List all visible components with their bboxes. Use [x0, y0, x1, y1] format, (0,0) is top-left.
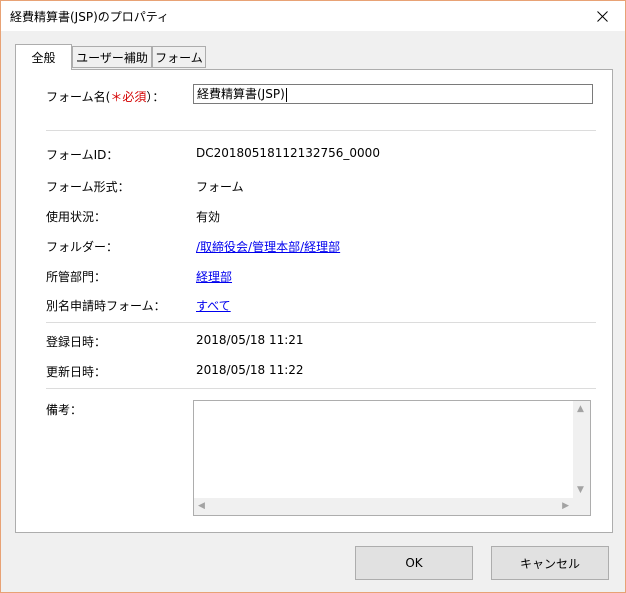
form-name-label-suffix: ）： — [146, 90, 165, 104]
registered-label: 登録日時： — [46, 335, 107, 349]
text-cursor — [285, 87, 287, 102]
horizontal-scrollbar[interactable]: ◀ ▶ — [194, 498, 573, 515]
tab-form-label: フォーム — [155, 50, 203, 65]
close-icon — [596, 10, 608, 22]
form-name-label: フォーム名(＊必須）： — [46, 88, 164, 105]
usage-value: 有効 — [196, 210, 221, 224]
scrollbar-corner — [573, 498, 590, 515]
tab-general-label: 全般 — [31, 51, 56, 65]
form-name-input[interactable]: 経費精算書(JSP) — [193, 84, 593, 104]
folder-label: フォルダー： — [46, 240, 119, 254]
tab-general[interactable]: 全般 — [15, 44, 72, 70]
properties-dialog: 経費精算書(JSP)のプロパティ 全般 ユーザー補助 フォーム フォーム名(＊必… — [0, 0, 626, 593]
updated-value: 2018/05/18 11:22 — [196, 363, 304, 377]
tab-form[interactable]: フォーム — [152, 46, 206, 68]
vertical-scrollbar[interactable]: ▲ ▼ — [573, 401, 590, 498]
department-label: 所管部門： — [46, 270, 107, 284]
form-name-label-prefix: フォーム名( — [46, 90, 111, 104]
tab-accessibility-label: ユーザー補助 — [76, 50, 148, 65]
scroll-down-icon[interactable]: ▼ — [577, 485, 584, 495]
tab-accessibility[interactable]: ユーザー補助 — [72, 46, 152, 68]
close-button[interactable] — [579, 1, 625, 31]
separator — [46, 322, 596, 323]
scroll-left-icon[interactable]: ◀ — [198, 501, 205, 511]
form-id-label: フォームID： — [46, 148, 119, 162]
registered-value: 2018/05/18 11:21 — [196, 333, 304, 347]
form-type-label: フォーム形式： — [46, 180, 130, 194]
alias-form-link[interactable]: すべて — [196, 297, 231, 314]
usage-label: 使用状況： — [46, 210, 107, 224]
department-link[interactable]: 経理部 — [196, 268, 232, 285]
separator — [46, 130, 596, 131]
separator — [46, 388, 596, 389]
required-mark: ＊必須 — [110, 90, 147, 104]
ok-button[interactable]: OK — [355, 546, 473, 580]
alias-form-label: 別名申請時フォーム： — [46, 299, 166, 313]
title-bar: 経費精算書(JSP)のプロパティ — [1, 1, 625, 31]
folder-link[interactable]: /取締役会/管理本部/経理部 — [196, 238, 340, 255]
notes-label: 備考： — [46, 403, 83, 417]
cancel-button[interactable]: キャンセル — [491, 546, 609, 580]
updated-label: 更新日時： — [46, 365, 107, 379]
scroll-right-icon[interactable]: ▶ — [562, 501, 569, 511]
form-id-value: DC20180518112132756_0000 — [196, 146, 380, 160]
notes-textarea[interactable]: ▲ ▼ ◀ ▶ — [193, 400, 591, 516]
window-title: 経費精算書(JSP)のプロパティ — [10, 10, 170, 24]
form-type-value: フォーム — [196, 180, 244, 194]
form-name-value: 経費精算書(JSP) — [197, 87, 285, 101]
general-panel: フォーム名(＊必須）： 経費精算書(JSP) フォームID： DC2018051… — [15, 69, 613, 533]
scroll-up-icon[interactable]: ▲ — [577, 404, 584, 414]
